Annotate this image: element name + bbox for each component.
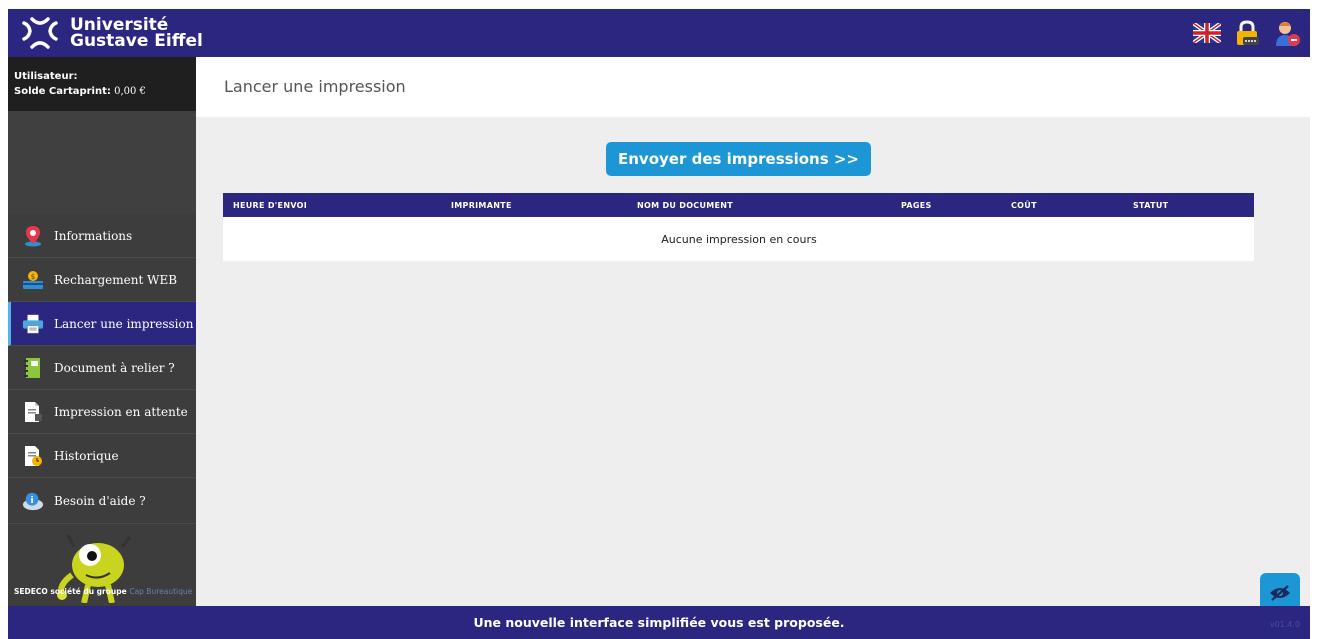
sidebar-item-historique[interactable]: Historique xyxy=(8,434,196,478)
sidebar-item-informations[interactable]: Informations xyxy=(8,214,196,258)
sidebar-item-impression-attente[interactable]: Impression en attente xyxy=(8,390,196,434)
logo-line-2: Gustave Eiffel xyxy=(70,31,203,51)
sidebar-nav: Informations $ Rechargement WEB Lancer u… xyxy=(8,214,196,524)
sidebar-item-label: Document à relier ? xyxy=(54,360,175,375)
app-root: Université Gustave Eiffel Utilisateur: S… xyxy=(0,0,1319,639)
print-jobs-table: HEURE D'ENVOI IMPRIMANTE NOM DU DOCUMENT… xyxy=(223,193,1254,261)
balance-value: 0,00 € xyxy=(114,86,146,97)
column-header-statut[interactable]: STATUT xyxy=(1133,193,1254,217)
sidebar-item-label: Besoin d'aide ? xyxy=(54,493,146,508)
sidebar-item-aide[interactable]: i Besoin d'aide ? xyxy=(8,478,196,524)
sidebar-item-label: Historique xyxy=(54,448,119,463)
new-interface-link[interactable]: Une nouvelle interface simplifiée vous e… xyxy=(8,615,1310,630)
sidebar-item-document-relier[interactable]: Document à relier ? xyxy=(8,346,196,390)
user-icon[interactable] xyxy=(1272,18,1302,48)
sidebar-item-label: Informations xyxy=(54,228,133,243)
sidebar-spacer xyxy=(8,111,196,214)
help-icon: i xyxy=(22,490,44,512)
sidebar-item-label: Rechargement WEB xyxy=(54,272,178,287)
sidebar-item-label: Lancer une impression xyxy=(54,316,194,331)
column-header-pages[interactable]: PAGES xyxy=(901,193,1011,217)
sidebar-item-label: Impression en attente xyxy=(54,404,188,419)
svg-text:$: $ xyxy=(31,273,35,281)
column-header-heure[interactable]: HEURE D'ENVOI xyxy=(223,193,451,217)
lock-icon[interactable] xyxy=(1232,18,1262,48)
logo-text: Université Gustave Eiffel xyxy=(70,17,203,51)
main-content: Envoyer des impressions >> HEURE D'ENVOI… xyxy=(196,117,1310,606)
sidebar-item-rechargement[interactable]: $ Rechargement WEB xyxy=(8,258,196,302)
main-header: Lancer une impression xyxy=(196,57,1310,117)
money-card-icon: $ xyxy=(22,269,44,291)
eye-slash-icon xyxy=(1270,585,1290,601)
map-pin-icon xyxy=(22,225,44,247)
top-icons xyxy=(1192,18,1302,48)
company-credit-text: SEDECO société du groupe xyxy=(14,587,127,596)
svg-text:i: i xyxy=(31,494,34,505)
user-info: Utilisateur: Solde Cartaprint: 0,00 € xyxy=(8,57,196,111)
send-prints-button[interactable]: Envoyer des impressions >> xyxy=(606,142,871,176)
page-title: Lancer une impression xyxy=(224,77,406,96)
sidebar: Utilisateur: Solde Cartaprint: 0,00 € In… xyxy=(8,57,196,606)
printer-icon xyxy=(22,313,44,335)
footer-bar: Une nouvelle interface simplifiée vous e… xyxy=(8,606,1310,639)
table-header-row: HEURE D'ENVOI IMPRIMANTE NOM DU DOCUMENT… xyxy=(223,193,1254,217)
university-logo-icon xyxy=(22,17,58,49)
uk-flag-icon[interactable] xyxy=(1192,18,1222,48)
university-logo[interactable]: Université Gustave Eiffel xyxy=(20,13,203,53)
column-header-cout[interactable]: COÛT xyxy=(1011,193,1133,217)
company-credit-link[interactable]: Cap Bureautique xyxy=(129,587,192,596)
notebook-icon xyxy=(22,357,44,379)
empty-table-message: Aucune impression en cours xyxy=(223,217,1254,261)
top-bar: Université Gustave Eiffel xyxy=(8,9,1310,57)
user-label: Utilisateur: xyxy=(14,71,78,82)
balance-label: Solde Cartaprint: xyxy=(14,86,111,97)
sidebar-item-lancer-impression[interactable]: Lancer une impression xyxy=(8,302,196,346)
column-header-nom-document[interactable]: NOM DU DOCUMENT xyxy=(637,193,901,217)
column-header-imprimante[interactable]: IMPRIMANTE xyxy=(451,193,637,217)
version-label: v01.4.0 xyxy=(1269,620,1300,629)
pending-document-icon xyxy=(22,401,44,423)
company-credit: SEDECO société du groupe Cap Bureautique xyxy=(14,587,192,596)
table-row: Aucune impression en cours xyxy=(223,217,1254,261)
history-document-icon xyxy=(22,445,44,467)
